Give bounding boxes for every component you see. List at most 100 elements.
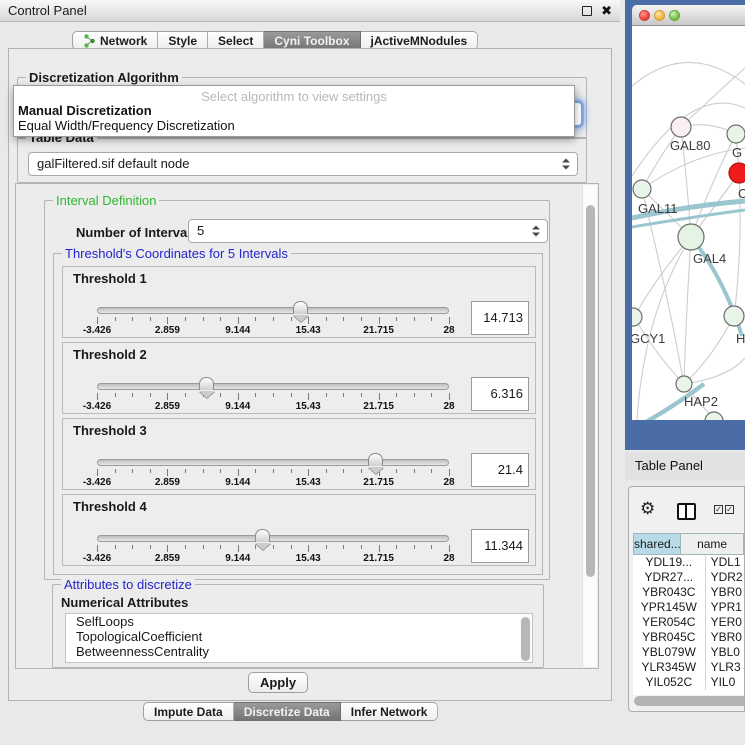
scale-tick-label: 2.859 [144, 477, 190, 488]
table-row[interactable]: YBR045CYBR0 [633, 630, 744, 645]
column-selector-icon[interactable] [677, 503, 696, 520]
number-of-intervals-combobox[interactable]: 5 [188, 219, 548, 243]
threshold-2-slider-track[interactable] [97, 383, 449, 390]
threshold-2-slider-thumb[interactable] [199, 377, 214, 390]
combo-arrows-icon [562, 159, 571, 170]
attributes-list[interactable]: SelfLoops TopologicalCoefficient Between… [65, 613, 533, 663]
table-row[interactable]: YBR043CYBR0 [633, 585, 744, 600]
table-horizontal-scrollbar[interactable] [633, 695, 744, 707]
node-gal80[interactable] [671, 117, 691, 137]
scale-tick-label: 2.859 [144, 325, 190, 336]
threshold-4-label: Threshold 4 [73, 499, 147, 514]
control-panel: Control Panel ✖ Network Style Select Cyn… [0, 0, 620, 745]
table-row[interactable]: YPR145WYPR1 [633, 600, 744, 615]
scrollbar-thumb[interactable] [634, 696, 745, 706]
threshold-4-slider-track[interactable] [97, 535, 449, 542]
network-window-titlebar [632, 5, 745, 26]
attributes-group-label: Attributes to discretize [61, 577, 195, 592]
table-data-value: galFiltered.sif default node [37, 156, 189, 171]
node-partial-bottom[interactable] [705, 412, 723, 420]
threshold-4-slider-thumb[interactable] [255, 529, 270, 542]
popup-item-manual-discretization[interactable]: Manual Discretization [18, 103, 152, 118]
table-row[interactable]: YDR27...YDR2 [633, 570, 744, 585]
scale-tick-label: 28 [426, 401, 472, 412]
threshold-3-value-field[interactable]: 21.4 [471, 453, 529, 487]
table-row[interactable]: YDL19...YDL1 [633, 555, 744, 570]
combo-arrows-icon [532, 226, 541, 237]
scale-tick-label: 21.715 [356, 553, 402, 564]
attributes-group: Attributes to discretize Numerical Attri… [52, 584, 544, 668]
threshold-row-4: Threshold 4 11.344 -3.4262.8599.14415.43… [62, 494, 536, 566]
tab-discretize-data[interactable]: Discretize Data [234, 702, 341, 721]
close-traffic-light-icon[interactable] [639, 10, 650, 21]
network-canvas[interactable]: GAL80 G C GAL11 GAL4 GCY1 H HAP2 [632, 26, 745, 420]
apply-button[interactable]: Apply [248, 672, 308, 693]
interval-definition-group: Interval Definition Number of Intervals … [44, 200, 550, 580]
threshold-row-3: Threshold 3 21.4 -3.4262.8599.14415.4321… [62, 418, 536, 490]
threshold-1-ticks [97, 317, 449, 325]
checkbox-icon[interactable]: ✓ [725, 505, 734, 514]
table-header-row: shared... name [633, 533, 744, 555]
attributes-list-scrollbar[interactable] [520, 615, 531, 661]
scrollbar-thumb[interactable] [521, 617, 530, 661]
node-gal11[interactable] [633, 180, 651, 198]
table-row[interactable]: YER054CYER0 [633, 615, 744, 630]
number-of-intervals-value: 5 [197, 223, 204, 238]
column-header-shared-name[interactable]: shared... [633, 533, 681, 555]
table-row[interactable]: YIL052CYIL0 [633, 675, 744, 690]
label-h: H [736, 331, 745, 346]
scale-tick-label: -3.426 [74, 401, 120, 412]
scale-tick-label: -3.426 [74, 325, 120, 336]
scale-tick-label: 9.144 [215, 325, 261, 336]
list-item[interactable]: BetweennessCentrality [66, 644, 532, 659]
scrollbar-thumb[interactable] [586, 205, 595, 577]
threshold-1-slider-thumb[interactable] [293, 301, 308, 314]
scale-tick-label: 21.715 [356, 477, 402, 488]
node-red-selected[interactable] [729, 163, 745, 183]
table-row[interactable]: YLR345WYLR3 [633, 660, 744, 675]
minimize-traffic-light-icon[interactable] [654, 10, 665, 21]
bottom-tab-bar: Impute Data Discretize Data Infer Networ… [143, 702, 438, 721]
zoom-traffic-light-icon[interactable] [669, 10, 680, 21]
node-h[interactable] [724, 306, 744, 326]
network-icon [83, 34, 96, 48]
checkbox-icon[interactable]: ✓ [714, 505, 723, 514]
label-gal4: GAL4 [693, 251, 726, 266]
list-item[interactable]: TopologicalCoefficient [66, 629, 532, 644]
scale-tick-label: 2.859 [144, 401, 190, 412]
node-gal4[interactable] [678, 224, 704, 250]
table-data-combobox[interactable]: galFiltered.sif default node [28, 152, 578, 176]
threshold-4-value-field[interactable]: 11.344 [471, 529, 529, 563]
threshold-row-1: Threshold 1 14.713 -3.4262.8599.14415.43… [62, 266, 536, 338]
node-table: shared... name YDL19...YDL1 YDR27...YDR2… [633, 533, 744, 699]
gear-icon[interactable]: ⚙ [640, 501, 655, 518]
close-icon[interactable]: ✖ [601, 6, 612, 16]
scale-tick-label: 21.715 [356, 401, 402, 412]
threshold-3-label: Threshold 3 [73, 423, 147, 438]
column-header-name[interactable]: name [681, 533, 744, 555]
list-item[interactable]: SelfLoops [66, 614, 532, 629]
threshold-1-value-field[interactable]: 14.713 [471, 301, 529, 335]
label-hap2: HAP2 [684, 394, 718, 409]
scale-tick-label: 15.43 [285, 401, 331, 412]
threshold-3-slider-track[interactable] [97, 459, 449, 466]
control-panel-title: Control Panel [8, 3, 582, 18]
table-panel-titlebar: Table Panel [625, 452, 745, 480]
tab-impute-data[interactable]: Impute Data [143, 702, 234, 721]
table-row[interactable]: YBL079WYBL0 [633, 645, 744, 660]
label-gcy1: GCY1 [632, 331, 665, 346]
float-window-icon[interactable] [582, 6, 592, 16]
checkbox-filter-icons[interactable]: ✓ ✓ [714, 505, 734, 514]
control-panel-titlebar: Control Panel ✖ [0, 0, 620, 22]
label-gal11: GAL11 [638, 201, 678, 216]
node-g[interactable] [727, 125, 745, 143]
tab-infer-network[interactable]: Infer Network [341, 702, 439, 721]
threshold-1-slider-track[interactable] [97, 307, 449, 314]
node-hap2[interactable] [676, 376, 692, 392]
settings-vertical-scrollbar[interactable] [582, 185, 597, 667]
network-view-window: GAL80 G C GAL11 GAL4 GCY1 H HAP2 [625, 0, 745, 450]
threshold-3-slider-thumb[interactable] [368, 453, 383, 466]
popup-item-equal-width-frequency[interactable]: Equal Width/Frequency Discretization [18, 118, 235, 133]
threshold-2-value-field[interactable]: 6.316 [471, 377, 529, 411]
node-gcy1[interactable] [632, 308, 642, 326]
